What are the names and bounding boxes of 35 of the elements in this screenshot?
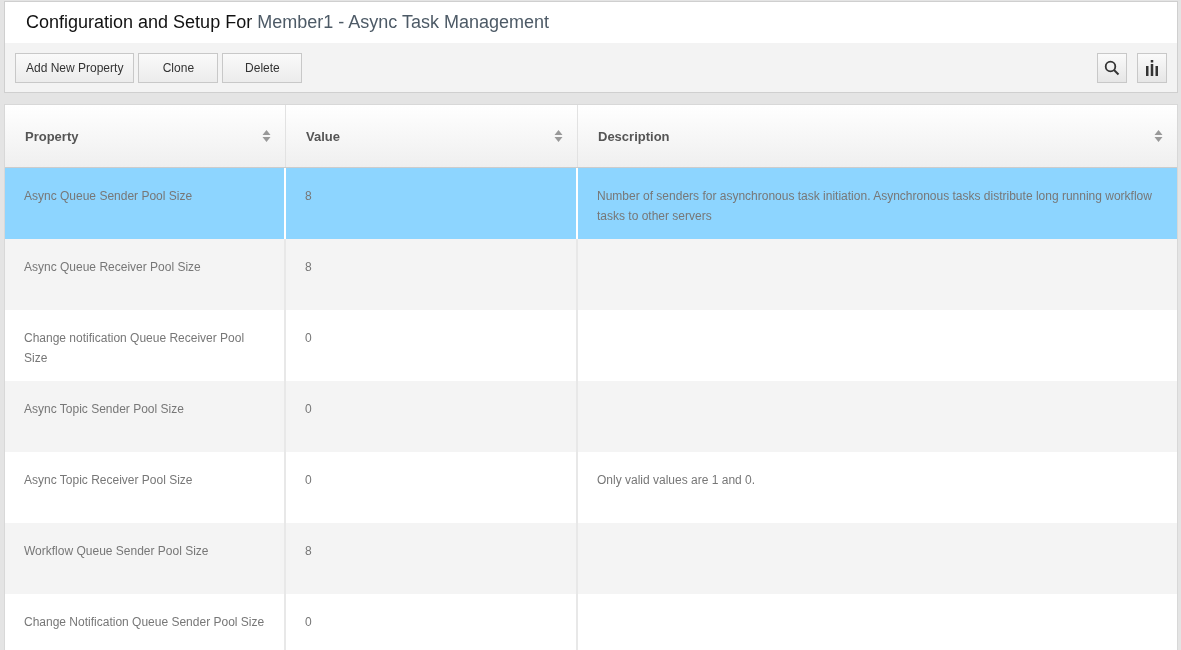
table-cell: 8 xyxy=(305,544,312,558)
page-subtitle: Member1 - Async Task Management xyxy=(257,12,549,33)
column-header[interactable]: Property xyxy=(5,105,286,167)
table-cell: Async Queue Sender Pool Size xyxy=(24,189,193,203)
table-cell: 0 xyxy=(305,402,312,416)
sort-icon xyxy=(554,129,563,143)
toolbar-button[interactable]: Delete xyxy=(222,52,303,83)
toolbar-button[interactable]: Clone xyxy=(138,52,219,83)
table-cell: 8 xyxy=(305,189,312,203)
sort-icon xyxy=(1154,129,1163,143)
table-row[interactable]: Async Queue Receiver Pool Size 8 xyxy=(5,239,1177,310)
search-button[interactable] xyxy=(1097,52,1127,83)
column-header[interactable]: Description xyxy=(578,105,1177,167)
table-cell: 0 xyxy=(305,331,312,345)
table-cell: Async Queue Receiver Pool Size xyxy=(24,260,201,274)
toolbar-button[interactable]: Add New Property xyxy=(15,52,135,83)
page-title: Configuration and Setup For xyxy=(26,12,253,33)
table-cell: 0 xyxy=(305,473,312,487)
table-cell: Change notification Queue Receiver Pool Size xyxy=(24,331,245,365)
sort-icon xyxy=(262,129,271,143)
table-cell: 8 xyxy=(305,260,312,274)
table-cell: 0 xyxy=(305,615,312,629)
columns-icon xyxy=(1145,59,1159,76)
table-cell: Only valid values are 1 and 0. xyxy=(597,473,756,487)
table-cell: Number of senders for asynchronous task initiation. Asynchronous tasks distribute long running workflow tasks to other servers xyxy=(597,189,1152,223)
table-cell: Async Topic Receiver Pool Size xyxy=(24,473,193,487)
table-row[interactable]: Async Topic Sender Pool Size 0 xyxy=(5,381,1177,452)
columns-button[interactable] xyxy=(1137,52,1167,83)
table-row[interactable]: Async Queue Sender Pool Size 8 Number of senders for asynchronous task initiation. Asynchronous tasks distribute long running workflow tasks to other servers xyxy=(5,168,1177,239)
table-cell: Workflow Queue Sender Pool Size xyxy=(24,544,209,558)
table-row[interactable]: Workflow Queue Sender Pool Size 8 xyxy=(5,523,1177,594)
table-cell: Async Topic Sender Pool Size xyxy=(24,402,184,416)
search-icon xyxy=(1104,59,1120,76)
table-cell: Change Notification Queue Sender Pool Size xyxy=(24,615,265,629)
column-header[interactable]: Value xyxy=(286,105,578,167)
